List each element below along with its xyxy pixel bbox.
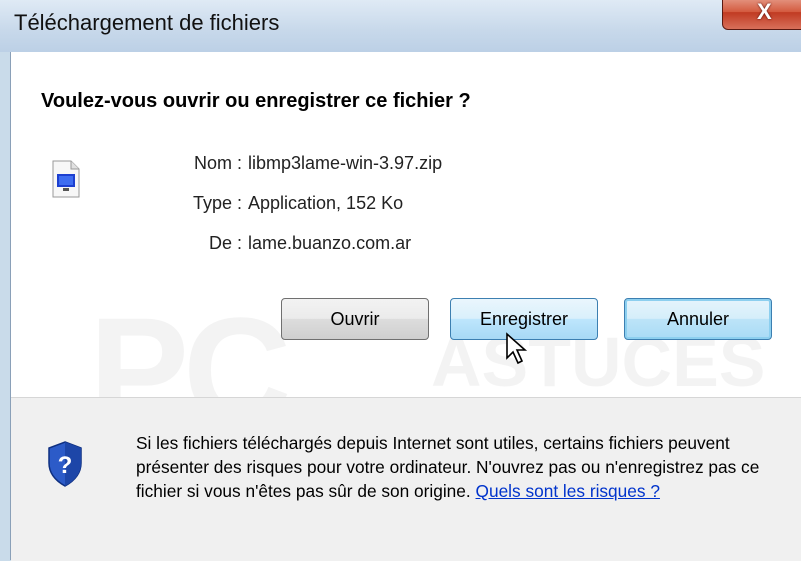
shield-help-icon: ? — [48, 441, 82, 487]
risks-link[interactable]: Quels sont les risques ? — [476, 481, 660, 501]
file-name-value: libmp3lame-win-3.97.zip — [248, 153, 443, 173]
close-button[interactable]: X — [722, 0, 801, 30]
file-type-label: Type : — [192, 193, 242, 213]
cancel-button[interactable]: Annuler — [624, 298, 772, 340]
warning-text-block: Si les fichiers téléchargés depuis Inter… — [136, 431, 786, 503]
title-bar: Téléchargement de fichiers X — [0, 0, 801, 52]
mouse-pointer-icon — [506, 332, 528, 365]
file-type-value: Application, 152 Ko — [248, 193, 404, 213]
dialog-question: Voulez-vous ouvrir ou enregistrer ce fic… — [41, 90, 471, 112]
warning-text: Si les fichiers téléchargés depuis Inter… — [136, 433, 760, 501]
window-title: Téléchargement de fichiers — [14, 10, 280, 35]
open-button[interactable]: Ouvrir — [281, 298, 429, 340]
file-source-value: lame.buanzo.com.ar — [248, 233, 412, 253]
dialog-body: PC ASTUCES Voulez-vous ouvrir ou enregis… — [10, 52, 801, 561]
file-icon — [52, 160, 80, 198]
warning-panel: ? Si les fichiers téléchargés depuis Int… — [11, 397, 801, 561]
svg-text:?: ? — [58, 452, 73, 479]
file-name-label: Nom : — [193, 153, 242, 173]
file-source-label: De : — [208, 233, 242, 253]
close-icon: X — [757, 0, 772, 24]
